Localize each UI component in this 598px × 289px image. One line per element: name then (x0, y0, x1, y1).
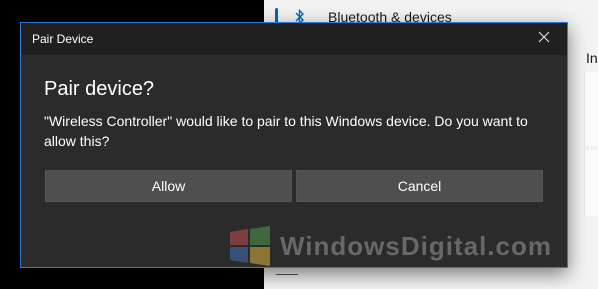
dialog-title: Pair Device (32, 32, 94, 46)
settings-card (584, 150, 598, 216)
dialog-titlebar: Pair Device (21, 23, 567, 55)
dialog-heading: Pair device? (44, 78, 155, 100)
settings-card (584, 72, 598, 146)
watermark-text: WindowsDigital.com (280, 230, 552, 261)
partial-section-heading: In (586, 50, 598, 66)
close-icon (538, 30, 550, 48)
divider (276, 274, 298, 275)
close-button[interactable] (521, 23, 567, 55)
watermark: WindowsDigital.com (228, 226, 552, 266)
cancel-button[interactable]: Cancel (296, 170, 543, 202)
windows-logo-icon (228, 226, 272, 266)
dialog-message: "Wireless Controller" would like to pair… (44, 113, 528, 149)
allow-button[interactable]: Allow (45, 170, 292, 202)
